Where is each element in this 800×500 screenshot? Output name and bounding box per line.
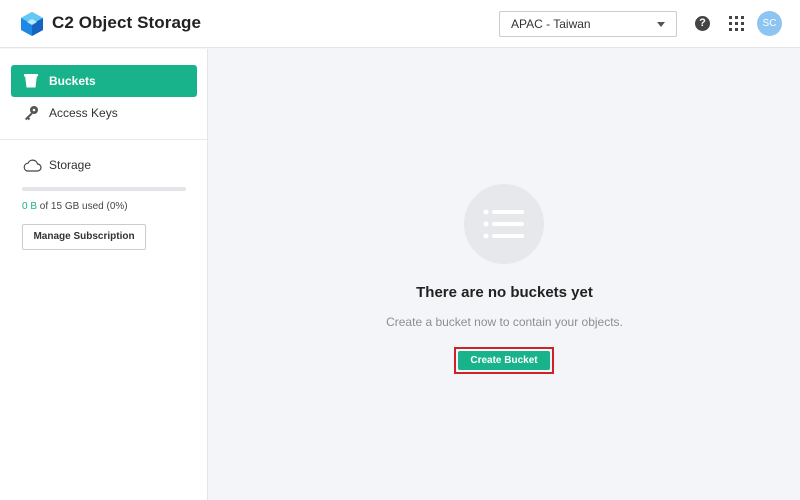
sidebar-item-label: Buckets — [49, 74, 96, 88]
create-bucket-button[interactable]: Create Bucket — [458, 351, 550, 370]
list-icon — [483, 209, 524, 239]
sidebar-item-buckets[interactable]: Buckets — [11, 65, 197, 97]
sidebar: Buckets Access Keys Storage 0 B of 15 GB… — [0, 49, 208, 500]
storage-label: Storage — [49, 158, 92, 172]
region-select[interactable]: APAC - Taiwan — [499, 11, 677, 37]
sidebar-item-label: Access Keys — [49, 106, 118, 120]
empty-state-title: There are no buckets yet — [416, 284, 593, 301]
app-title: C2 Object Storage — [52, 13, 202, 32]
cube-logo-icon[interactable] — [20, 11, 44, 37]
user-avatar[interactable]: SC — [757, 11, 782, 36]
storage-usage-rest: of 15 GB used (0%) — [37, 201, 128, 212]
chevron-down-icon — [657, 22, 665, 27]
cloud-icon — [23, 159, 42, 172]
storage-usage-text: 0 B of 15 GB used (0%) — [22, 201, 128, 212]
manage-subscription-button[interactable]: Manage Subscription — [22, 224, 146, 250]
region-select-value: APAC - Taiwan — [511, 17, 591, 31]
storage-used-value: 0 B — [22, 201, 38, 212]
sidebar-divider — [0, 139, 208, 140]
bucket-icon — [24, 74, 38, 88]
top-header: C2 Object Storage APAC - Taiwan ? SC — [0, 0, 800, 48]
sidebar-item-access-keys[interactable]: Access Keys — [11, 97, 197, 129]
empty-state-illustration — [464, 184, 544, 264]
apps-grid-icon[interactable] — [729, 16, 744, 31]
help-icon[interactable]: ? — [695, 16, 710, 31]
storage-usage-bar — [22, 187, 186, 191]
key-icon — [25, 106, 38, 121]
create-bucket-highlight: Create Bucket — [454, 347, 554, 374]
empty-state-subtitle: Create a bucket now to contain your obje… — [386, 315, 623, 329]
